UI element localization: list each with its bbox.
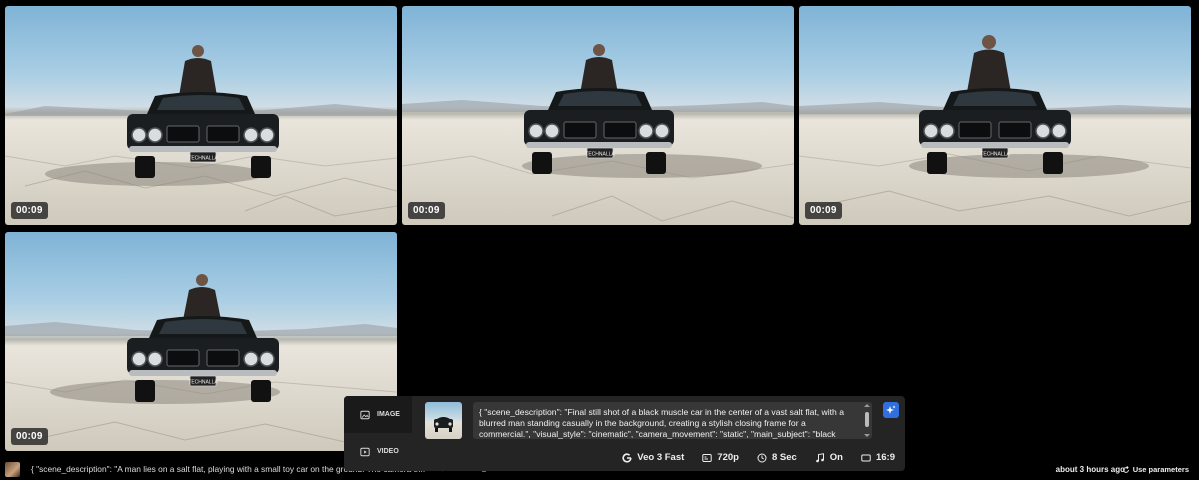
mode-video-tab[interactable]: VIDEO (344, 433, 412, 470)
enhance-prompt-button[interactable] (883, 402, 899, 418)
car-scene-image: TECHNALLA (5, 274, 397, 443)
image-icon (360, 410, 370, 419)
google-icon (622, 452, 632, 463)
car-thumbnail-image (434, 417, 453, 432)
clock-icon (757, 453, 767, 462)
plate-text: TECHNALLA (585, 152, 615, 158)
aspect-ratio-icon (861, 454, 871, 461)
video-tile[interactable]: TECHNALLA 00:09 (5, 232, 397, 451)
mode-image-tab[interactable]: IMAGE (344, 396, 412, 433)
scroll-down-icon[interactable] (864, 434, 870, 437)
duration-badge: 00:09 (805, 202, 842, 219)
resolution-icon (702, 453, 712, 462)
use-parameters-button[interactable]: Use parameters (1122, 465, 1189, 474)
duration-badge: 00:09 (408, 202, 445, 219)
model-selector[interactable]: Veo 3 Fast (622, 452, 684, 463)
duration-selector[interactable]: 8 Sec (757, 452, 797, 463)
history-timestamp: about 3 hours ago (1055, 465, 1125, 474)
car-scene-image: TECHNALLA (799, 35, 1191, 217)
refresh-icon (1122, 465, 1129, 473)
scroll-thumb[interactable] (865, 412, 869, 427)
video-tile[interactable]: TECHNALLA 00:09 (402, 6, 794, 225)
generation-settings: Veo 3 Fast 720p 8 Sec On 16:9 (622, 452, 895, 463)
duration-badge: 00:09 (11, 202, 48, 219)
duration-badge: 00:09 (11, 428, 48, 445)
reference-image-thumbnail[interactable] (425, 402, 462, 439)
plate-text: TECHNALLA (188, 380, 218, 386)
plate-text: TECHNALLA (980, 152, 1010, 158)
video-tile[interactable]: TECHNALLA 00:09 (799, 6, 1191, 225)
aspect-ratio-selector[interactable]: 16:9 (861, 452, 895, 463)
video-icon (360, 447, 370, 456)
audio-toggle[interactable]: On (815, 452, 843, 463)
video-tile[interactable]: TECHNALLA 00:09 (5, 6, 397, 225)
plate-text: TECHNALLA (188, 156, 218, 162)
car-scene-image: TECHNALLA (5, 45, 397, 217)
history-thumbnail[interactable] (5, 462, 20, 477)
prompt-input[interactable]: { "scene_description": "Final still shot… (473, 402, 872, 439)
scroll-up-icon[interactable] (864, 404, 870, 407)
car-scene-image: TECHNALLA (402, 44, 794, 222)
music-note-icon (815, 452, 824, 462)
sparkle-icon (886, 405, 896, 414)
mode-selector: IMAGE VIDEO (344, 396, 412, 471)
resolution-selector[interactable]: 720p (702, 452, 739, 463)
prompt-scrollbar[interactable] (864, 404, 870, 437)
generation-panel: IMAGE VIDEO { "scene_description": "Fina… (344, 396, 905, 471)
